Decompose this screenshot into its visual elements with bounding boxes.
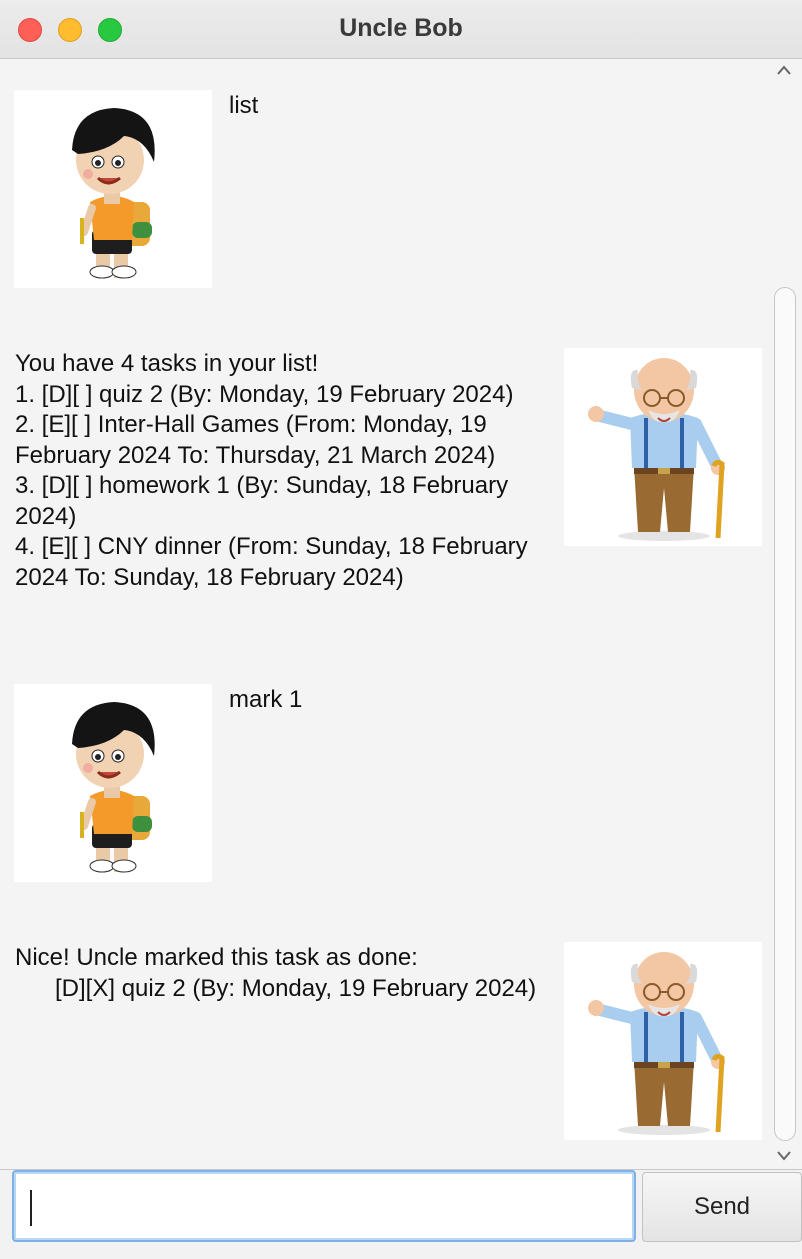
app-window: Uncle Bob list You have 4 tasks in your … bbox=[0, 0, 802, 1259]
vertical-scrollbar[interactable] bbox=[770, 59, 802, 1169]
bot-message-text: Nice! Uncle marked this task as done: [D… bbox=[15, 944, 537, 1002]
scroll-up-arrow-icon[interactable] bbox=[770, 59, 802, 81]
boy-with-backpack-icon bbox=[72, 108, 155, 279]
window-title: Uncle Bob bbox=[339, 14, 463, 42]
scroll-down-arrow-icon[interactable] bbox=[770, 1145, 802, 1167]
user-avatar bbox=[14, 684, 212, 882]
grandpa-with-cane-icon bbox=[588, 952, 725, 1135]
user-message-text: mark 1 bbox=[229, 686, 303, 713]
scrollbar-thumb[interactable] bbox=[774, 287, 796, 1141]
title-bar[interactable]: Uncle Bob bbox=[0, 0, 802, 59]
dialog-scroll-pane[interactable]: list You have 4 tasks in your list! 1. [… bbox=[0, 59, 802, 1169]
user-message-text: list bbox=[229, 92, 259, 119]
send-button[interactable]: Send bbox=[642, 1172, 802, 1242]
send-button-label: Send bbox=[693, 1193, 751, 1220]
bot-avatar bbox=[564, 348, 762, 546]
bot-message-text: You have 4 tasks in your list! 1. [D][ ]… bbox=[15, 350, 528, 591]
user-avatar bbox=[14, 90, 212, 288]
boy-with-backpack-icon bbox=[72, 702, 155, 873]
message-input[interactable] bbox=[12, 1170, 636, 1242]
bot-avatar bbox=[564, 942, 762, 1140]
text-caret bbox=[30, 1190, 32, 1226]
grandpa-with-cane-icon bbox=[588, 358, 725, 541]
